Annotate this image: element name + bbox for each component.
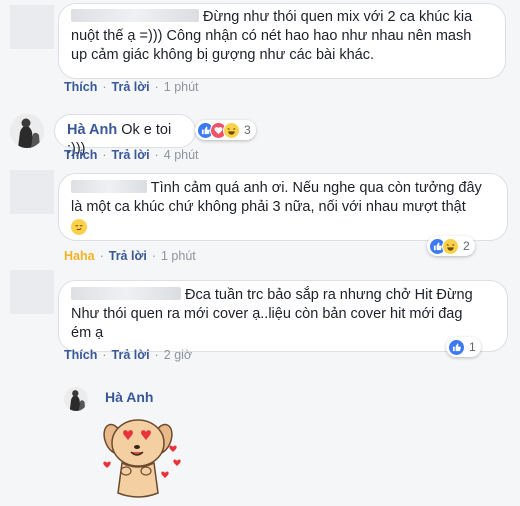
commenter-avatar[interactable]: [10, 170, 54, 214]
like-reaction-icon: [448, 338, 465, 356]
comment-text-line: Đca tuần trc bảo sắp ra nhưng chở Hit Đừ…: [185, 287, 473, 303]
blurred-name: [71, 287, 181, 300]
haha-reaction-link[interactable]: Haha: [64, 249, 95, 263]
timestamp[interactable]: 4 phút: [164, 148, 199, 162]
reaction-summary[interactable]: 3: [195, 120, 256, 140]
comment-text-line: up cảm giác không bị gượng như các bài k…: [71, 47, 374, 63]
reaction-count: 1: [469, 340, 476, 354]
smirk-emoji-icon: [71, 219, 87, 235]
reaction-summary[interactable]: 2: [427, 236, 475, 256]
reply-link[interactable]: Trả lời: [109, 249, 147, 263]
comment-actions: Thích · Trả lời · 2 giờ: [64, 348, 193, 362]
commenter-avatar[interactable]: [10, 5, 54, 49]
ha-anh-avatar[interactable]: [64, 387, 88, 411]
like-link[interactable]: Thích: [64, 148, 97, 162]
timestamp[interactable]: 2 giờ: [164, 348, 192, 362]
like-link[interactable]: Thích: [64, 348, 97, 362]
timestamp[interactable]: 1 phút: [164, 80, 199, 94]
author-name[interactable]: Hà Anh: [67, 122, 117, 138]
comment-bubble: Tình cảm quá anh ơi. Nếu nghe qua còn tư…: [58, 173, 508, 241]
comment-bubble: Đừng như thói quen mix với 2 ca khúc kia…: [58, 3, 506, 79]
comment-actions: Thích · Trả lời · 4 phút: [64, 148, 199, 162]
comment-actions: Haha · Trả lời · 1 phút: [64, 249, 196, 263]
blurred-name: [71, 180, 147, 193]
comment-text-line: Đừng như thói quen mix với 2 ca khúc kia: [203, 9, 473, 25]
ha-anh-avatar[interactable]: [10, 114, 44, 148]
commenter-avatar[interactable]: [10, 270, 54, 314]
comment-bubble: Hà Anh Ok e toi :))): [54, 114, 196, 157]
reply-link[interactable]: Trả lời: [112, 148, 150, 162]
reaction-count: 3: [244, 123, 251, 137]
blurred-name: [71, 9, 199, 22]
haha-reaction-icon: [442, 237, 459, 255]
reaction-count: 2: [463, 239, 470, 253]
comment-text-line: Tình cảm quá anh ơi. Nếu nghe qua còn tư…: [150, 180, 482, 196]
dog-hearts-sticker: [100, 405, 190, 503]
comment-actions: Thích · Trả lời · 1 phút: [64, 80, 199, 94]
reply-link[interactable]: Trả lời: [112, 80, 150, 94]
comment-text-line: ém ạ: [71, 325, 104, 341]
haha-reaction-icon: [223, 121, 240, 139]
author-name[interactable]: Hà Anh: [105, 389, 153, 405]
comment-text-line: là một ca khúc chứ không phải 3 nữa, nối…: [71, 199, 466, 215]
comment-text-line: Như thói quen ra mới cover ạ..liệu còn b…: [71, 306, 463, 322]
like-link[interactable]: Thích: [64, 80, 97, 94]
reply-link[interactable]: Trả lời: [112, 348, 150, 362]
comment-text-line: nuột thế ạ =))) Công nhận có nét hao hao…: [71, 28, 472, 44]
timestamp[interactable]: 1 phút: [161, 249, 196, 263]
comment-bubble: Đca tuần trc bảo sắp ra nhưng chở Hit Đừ…: [58, 280, 508, 352]
reaction-summary[interactable]: 1: [446, 337, 481, 357]
